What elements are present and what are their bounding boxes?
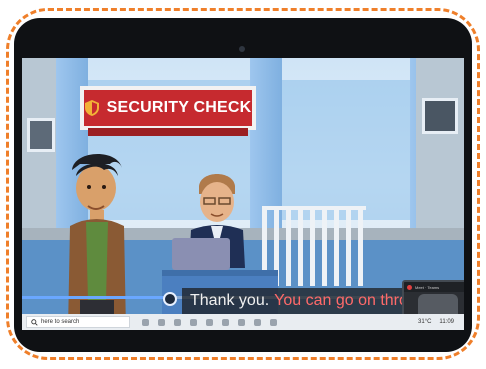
desk-laptop	[172, 238, 230, 270]
security-check-sign: SECURITY CHECK	[80, 86, 256, 136]
clock-text: 11:09	[439, 319, 454, 325]
shield-icon	[84, 100, 99, 116]
scene-window-right	[422, 98, 458, 134]
task-view-icon[interactable]	[142, 318, 149, 326]
weather-text: 31°C	[418, 319, 432, 325]
call-title-bar: Meet · Teams	[404, 282, 464, 292]
edge-icon[interactable]	[158, 318, 165, 326]
file-explorer-icon[interactable]	[174, 318, 181, 326]
progress-fill	[22, 296, 168, 299]
recording-dot-icon	[407, 284, 412, 290]
taskbar-pinned-apps	[142, 318, 277, 326]
search-placeholder: here to search	[41, 319, 80, 325]
system-tray: 31°C 11:09	[418, 319, 464, 325]
progress-scrubber[interactable]	[162, 292, 177, 306]
webcam-dot	[239, 46, 245, 52]
sign-text: SECURITY CHECK	[106, 99, 252, 116]
mail-icon[interactable]	[190, 318, 197, 326]
search-icon	[31, 318, 38, 326]
video-player[interactable]: SECURITY CHECK Thank you. You can go on …	[22, 58, 464, 330]
subtitle-line-white: Thank you.	[190, 292, 270, 309]
teams-icon[interactable]	[238, 318, 245, 326]
scene-window-left	[27, 118, 55, 152]
chrome-icon[interactable]	[254, 318, 261, 326]
call-title: Meet · Teams	[415, 284, 440, 290]
windows-taskbar: here to search 31°C 11:09	[22, 314, 464, 330]
word-icon[interactable]	[222, 318, 229, 326]
outlook-icon[interactable]	[206, 318, 213, 326]
taskbar-search-box[interactable]: here to search	[26, 316, 130, 328]
store-icon[interactable]	[270, 318, 277, 326]
traveler-character	[68, 153, 126, 330]
monitor-bezel: SECURITY CHECK Thank you. You can go on …	[14, 18, 472, 352]
